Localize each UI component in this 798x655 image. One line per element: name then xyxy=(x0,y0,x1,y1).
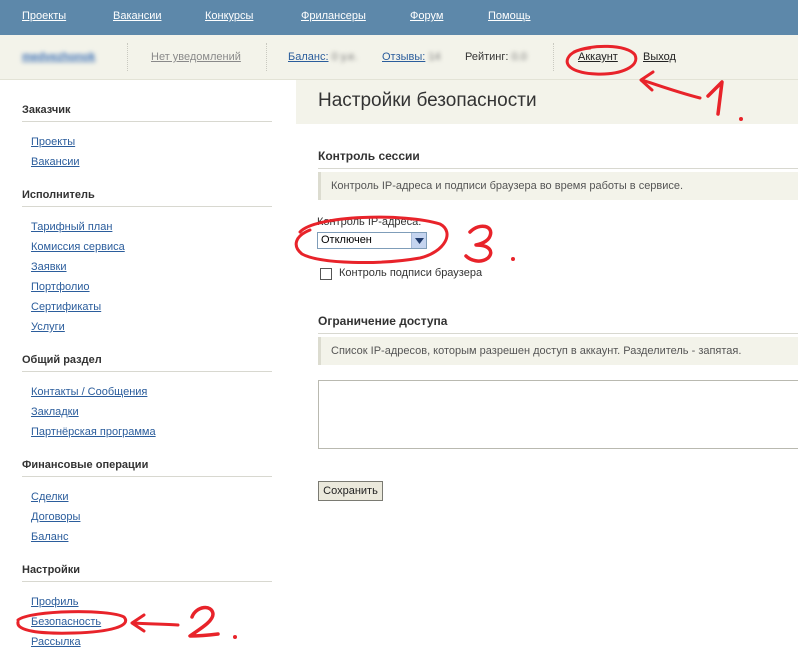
access-hint: Список IP-адресов, которым разрешен дост… xyxy=(318,337,798,365)
sidebar-item-certificates[interactable]: Сертификаты xyxy=(31,301,101,313)
rating-label: Рейтинг: xyxy=(465,51,509,63)
logout-link[interactable]: Выход xyxy=(643,51,676,63)
sidebar-item-vacancies[interactable]: Вакансии xyxy=(31,156,80,168)
browser-signature-checkbox[interactable] xyxy=(320,268,332,280)
sidebar-item-portfolio[interactable]: Портфолио xyxy=(31,281,90,293)
divider xyxy=(553,43,554,71)
nav-projects[interactable]: Проекты xyxy=(22,10,66,22)
reviews: Отзывы: 14 xyxy=(382,51,441,63)
sidebar-item-contacts[interactable]: Контакты / Сообщения xyxy=(31,386,147,398)
balance: Баланс: 0 у.е. xyxy=(288,51,357,63)
divider xyxy=(22,581,272,582)
sidebar-section-title: Финансовые операции xyxy=(22,459,149,471)
divider xyxy=(22,206,272,207)
session-hint: Контроль IP-адреса и подписи браузера во… xyxy=(318,172,798,200)
sidebar-item-bids[interactable]: Заявки xyxy=(31,261,67,273)
divider xyxy=(318,333,798,334)
user-bar: medvezhonok Нет уведомлений Баланс: 0 у.… xyxy=(0,35,798,80)
ip-list-textarea[interactable] xyxy=(318,380,798,449)
account-link[interactable]: Аккаунт xyxy=(578,51,618,63)
nav-forum[interactable]: Форум xyxy=(410,10,443,22)
reviews-link[interactable]: Отзывы: xyxy=(382,51,425,63)
save-button[interactable]: Сохранить xyxy=(318,481,383,501)
sidebar-section-title: Настройки xyxy=(22,564,81,576)
page-title: Настройки безопасности xyxy=(318,90,537,111)
divider xyxy=(22,121,272,122)
notifications-link[interactable]: Нет уведомлений xyxy=(151,51,241,63)
ip-control-value: Отключен xyxy=(321,234,372,246)
sidebar-item-mailing[interactable]: Рассылка xyxy=(31,636,81,648)
divider xyxy=(318,168,798,169)
sidebar-item-balance[interactable]: Баланс xyxy=(31,531,68,543)
sidebar-item-projects[interactable]: Проекты xyxy=(31,136,75,148)
annotation-dot-3 xyxy=(511,257,515,261)
sidebar-item-tariff[interactable]: Тарифный план xyxy=(31,221,112,233)
divider xyxy=(266,43,267,71)
access-section-title: Ограничение доступа xyxy=(318,314,448,328)
sidebar-item-services[interactable]: Услуги xyxy=(31,321,65,333)
sidebar: Заказчик Проекты Вакансии Исполнитель Та… xyxy=(0,80,296,655)
divider xyxy=(127,43,128,71)
rating: Рейтинг: 0.0 xyxy=(465,51,527,63)
sidebar-section-title: Общий раздел xyxy=(22,354,102,366)
chevron-down-icon[interactable] xyxy=(411,233,426,248)
sidebar-item-security[interactable]: Безопасность xyxy=(31,616,101,628)
sidebar-item-deals[interactable]: Сделки xyxy=(31,491,69,503)
divider xyxy=(22,371,272,372)
top-navigation: Проекты Вакансии Конкурсы Фрилансеры Фор… xyxy=(0,0,798,35)
ip-control-select[interactable]: Отключен xyxy=(317,232,427,249)
page-header: Настройки безопасности xyxy=(296,80,798,124)
reviews-value: 14 xyxy=(428,51,441,63)
sidebar-item-partner[interactable]: Партнёрская программа xyxy=(31,426,156,438)
nav-help[interactable]: Помощь xyxy=(488,10,531,22)
browser-signature-label: Контроль подписи браузера xyxy=(339,267,483,279)
username-link[interactable]: medvezhonok xyxy=(22,51,95,63)
nav-vacancies[interactable]: Вакансии xyxy=(113,10,162,22)
sidebar-item-profile[interactable]: Профиль xyxy=(31,596,79,608)
nav-freelancers[interactable]: Фрилансеры xyxy=(301,10,366,22)
sidebar-item-bookmarks[interactable]: Закладки xyxy=(31,406,79,418)
divider xyxy=(22,476,272,477)
balance-value: 0 у.е. xyxy=(331,51,358,63)
sidebar-item-commission[interactable]: Комиссия сервиса xyxy=(31,241,125,253)
annotation-digit-3 xyxy=(464,224,493,263)
sidebar-section-title: Исполнитель xyxy=(22,189,95,201)
balance-link[interactable]: Баланс: xyxy=(288,51,329,63)
session-section-title: Контроль сессии xyxy=(318,149,420,163)
rating-value: 0.0 xyxy=(511,51,527,63)
sidebar-item-contracts[interactable]: Договоры xyxy=(31,511,80,523)
sidebar-section-title: Заказчик xyxy=(22,104,71,116)
ip-control-label: Контроль IP-адреса: xyxy=(317,216,422,228)
nav-contests[interactable]: Конкурсы xyxy=(205,10,253,22)
